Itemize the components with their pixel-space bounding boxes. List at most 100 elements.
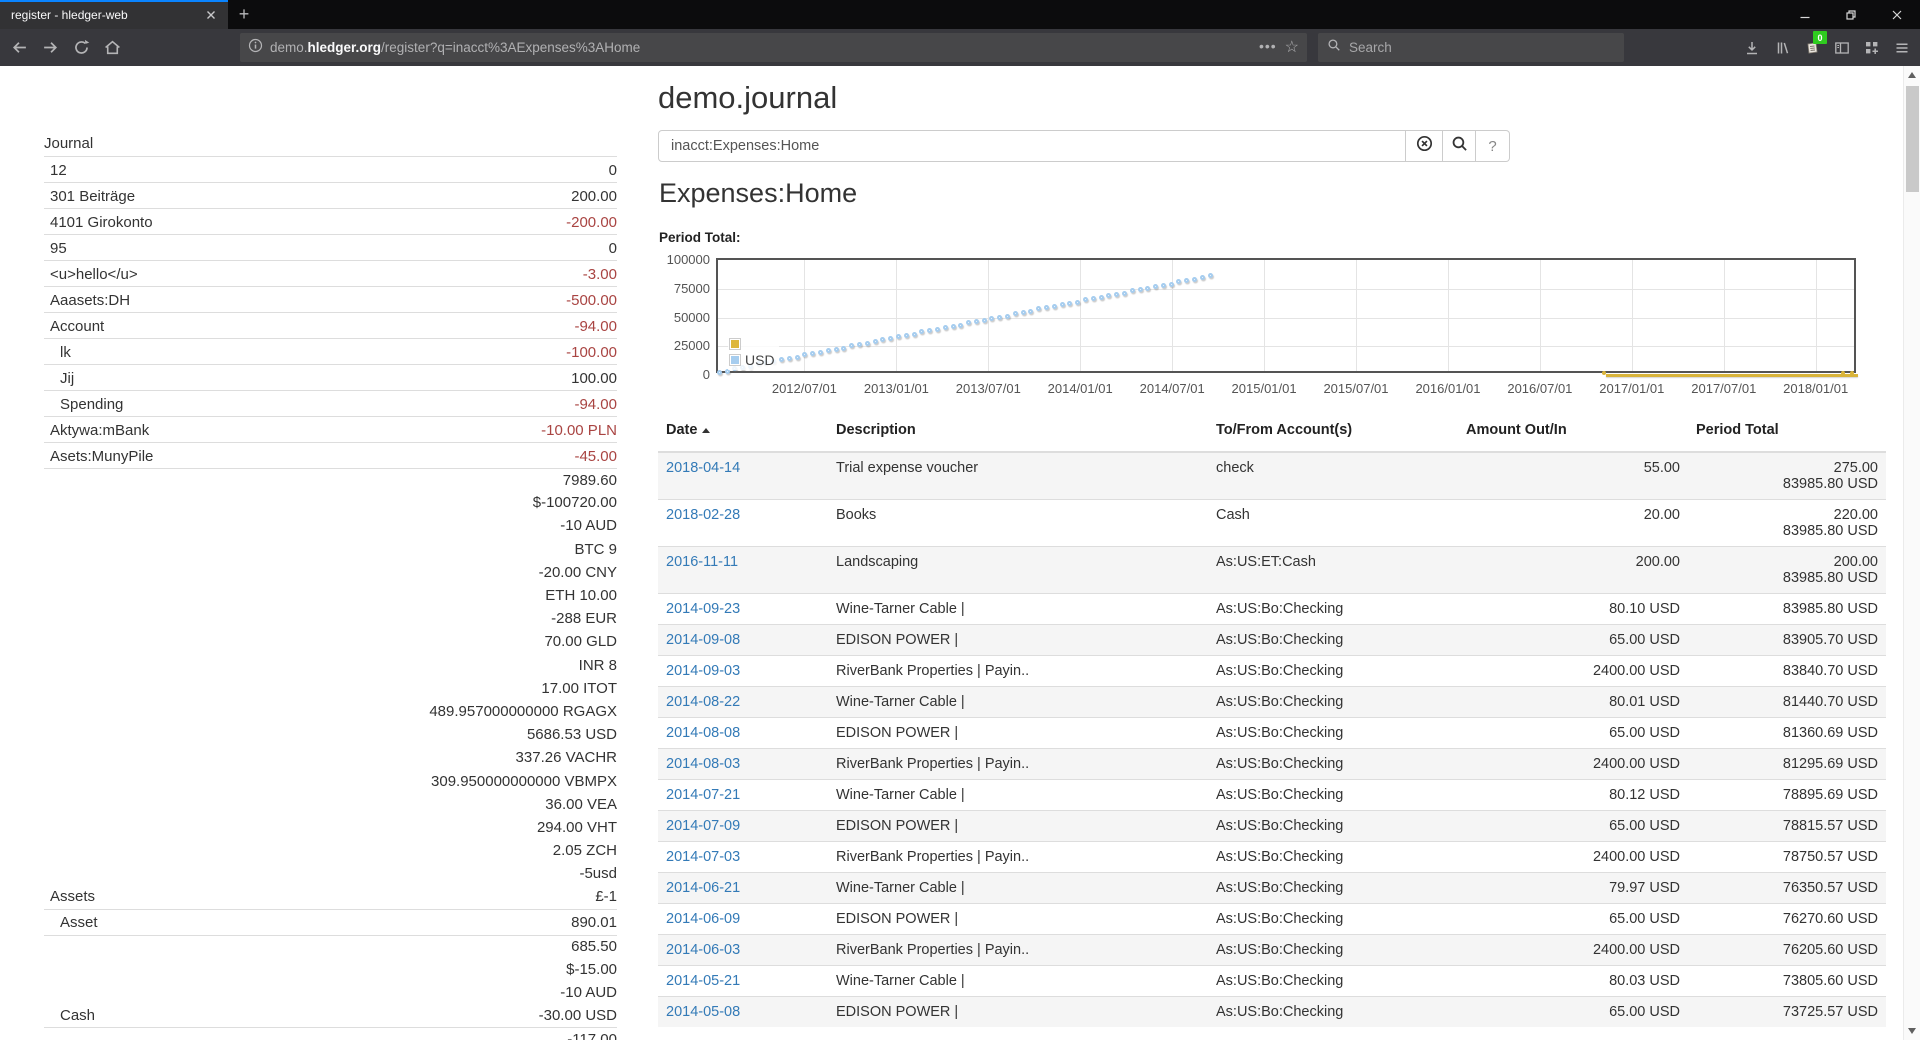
account-link[interactable]: 12 <box>44 162 67 179</box>
tab-close-icon[interactable] <box>202 6 220 24</box>
home-button[interactable] <box>97 32 128 63</box>
account-balance: $-100720.00 <box>533 494 617 511</box>
column-header[interactable]: Date <box>658 414 828 452</box>
transaction-date-link[interactable]: 2014-08-22 <box>666 694 740 710</box>
chart-point <box>1052 304 1057 309</box>
x-tick-label: 2013/07/01 <box>942 381 1034 396</box>
scroll-down-icon[interactable] <box>1908 1028 1916 1034</box>
x-tick-label: 2014/07/01 <box>1126 381 1218 396</box>
account-link[interactable]: Aaasets:DH <box>44 292 130 309</box>
account-balance: 489.957000000000 RGAGX <box>429 703 617 720</box>
chart-point <box>1091 296 1096 301</box>
transaction-description: EDISON POWER | <box>828 904 1208 935</box>
forward-button[interactable] <box>35 32 66 63</box>
register-row: 2018-02-28BooksCash20.00220.0083985.80 U… <box>658 500 1886 547</box>
query-input[interactable] <box>658 130 1406 162</box>
account-link[interactable]: Account <box>44 318 104 335</box>
period-total-cell: 76205.60 USD <box>1688 935 1886 966</box>
page-actions-icon[interactable]: ••• <box>1259 38 1277 54</box>
account-balance: 685.50 <box>571 938 617 955</box>
scrollbar-thumb[interactable] <box>1906 86 1919 192</box>
minimize-button[interactable] <box>1782 0 1828 29</box>
library-icon[interactable] <box>1767 32 1797 63</box>
account-link[interactable]: 301 Beiträge <box>44 188 135 205</box>
close-button[interactable] <box>1874 0 1920 29</box>
account-link[interactable]: 4101 Girokonto <box>44 214 153 231</box>
tab-bar: register - hledger-web + <box>0 0 1920 29</box>
account-link[interactable]: lk <box>44 344 71 361</box>
account-link[interactable]: <u>hello</u> <box>44 266 138 283</box>
sidebar-row: 17.00 ITOT <box>44 677 617 700</box>
transaction-date-link[interactable]: 2014-06-09 <box>666 911 740 927</box>
account-balance: -5usd <box>579 865 617 882</box>
reload-button[interactable] <box>66 32 97 63</box>
transaction-date-link[interactable]: 2014-05-08 <box>666 1004 740 1020</box>
url-bar[interactable]: demo.hledger.org/register?q=inacct%3AExp… <box>240 33 1307 62</box>
transaction-date-link[interactable]: 2014-09-23 <box>666 601 740 617</box>
account-link[interactable]: 95 <box>44 240 67 257</box>
gold-series-point <box>1602 371 1606 375</box>
account-link[interactable]: Cash <box>44 1007 95 1024</box>
chart-point <box>982 318 987 323</box>
chart-grid-line <box>1816 260 1817 371</box>
transaction-description: EDISON POWER | <box>828 718 1208 749</box>
search-bar[interactable]: Search <box>1318 33 1624 62</box>
chart-point <box>1153 284 1158 289</box>
menu-icon[interactable] <box>1887 32 1917 63</box>
scroll-up-icon[interactable] <box>1908 72 1916 78</box>
downloads-icon[interactable] <box>1737 32 1767 63</box>
transaction-date-link[interactable]: 2014-05-21 <box>666 973 740 989</box>
chart-point <box>935 327 940 332</box>
new-tab-button[interactable]: + <box>228 0 260 29</box>
transaction-amount: 2400.00 USD <box>1458 749 1688 780</box>
transaction-date-link[interactable]: 2014-09-03 <box>666 663 740 679</box>
transaction-date-link[interactable]: 2014-07-09 <box>666 818 740 834</box>
register-row: 2018-04-14Trial expense vouchercheck55.0… <box>658 452 1886 500</box>
search-button[interactable] <box>1443 130 1476 162</box>
account-link[interactable]: Asets:MunyPile <box>44 448 153 465</box>
account-link[interactable]: Jij <box>44 370 74 387</box>
transaction-date-link[interactable]: 2018-04-14 <box>666 460 740 476</box>
back-button[interactable] <box>4 32 35 63</box>
chart-grid-line <box>1632 260 1633 371</box>
account-link[interactable]: Spending <box>44 396 123 413</box>
extension-icon[interactable]: 0 <box>1797 32 1827 63</box>
bookmark-star-icon[interactable]: ☆ <box>1285 40 1299 56</box>
transaction-date-link[interactable]: 2014-07-03 <box>666 849 740 865</box>
account-link[interactable]: Assets <box>44 888 95 905</box>
transaction-date-link[interactable]: 2016-11-11 <box>666 554 738 570</box>
account-link[interactable]: Asset <box>44 914 98 931</box>
transaction-accounts: check <box>1208 452 1458 500</box>
column-header: Amount Out/In <box>1458 414 1688 452</box>
vertical-scrollbar[interactable] <box>1903 66 1920 1040</box>
transaction-date-link[interactable]: 2018-02-28 <box>666 507 740 523</box>
transaction-date-link[interactable]: 2014-08-03 <box>666 756 740 772</box>
transaction-accounts: As:US:Bo:Checking <box>1208 656 1458 687</box>
gold-series-point <box>1850 371 1854 375</box>
chart-point <box>787 356 792 361</box>
transaction-date-link[interactable]: 2014-07-21 <box>666 787 740 803</box>
account-link[interactable]: Aktywa:mBank <box>44 422 149 439</box>
sidebar-toggle-icon[interactable] <box>1827 32 1857 63</box>
transaction-date-link[interactable]: 2014-08-08 <box>666 725 740 741</box>
site-info-icon[interactable] <box>248 38 263 58</box>
browser-tab[interactable]: register - hledger-web <box>0 0 228 29</box>
account-balance: -94.00 <box>574 396 617 413</box>
transaction-date-link[interactable]: 2014-06-21 <box>666 880 740 896</box>
chart-point <box>873 339 878 344</box>
sort-ascending-icon <box>702 428 710 433</box>
extension-badge: 0 <box>1813 31 1827 44</box>
period-total-chart: USD 2012/07/012013/01/012013/07/012014/0… <box>658 250 1886 410</box>
period-total-cell: 81440.70 USD <box>1688 687 1886 718</box>
tile-menu-icon[interactable] <box>1857 32 1887 63</box>
journal-heading[interactable]: Journal <box>44 135 93 152</box>
transaction-date-link[interactable]: 2014-09-08 <box>666 632 740 648</box>
help-button[interactable]: ? <box>1476 130 1510 162</box>
chart-point <box>1060 302 1065 307</box>
account-balance: -500.00 <box>566 292 617 309</box>
restore-button[interactable] <box>1828 0 1874 29</box>
clear-query-button[interactable] <box>1406 130 1443 162</box>
search-icon <box>1327 38 1341 57</box>
chart-grid-line <box>1172 260 1173 371</box>
transaction-date-link[interactable]: 2014-06-03 <box>666 942 740 958</box>
